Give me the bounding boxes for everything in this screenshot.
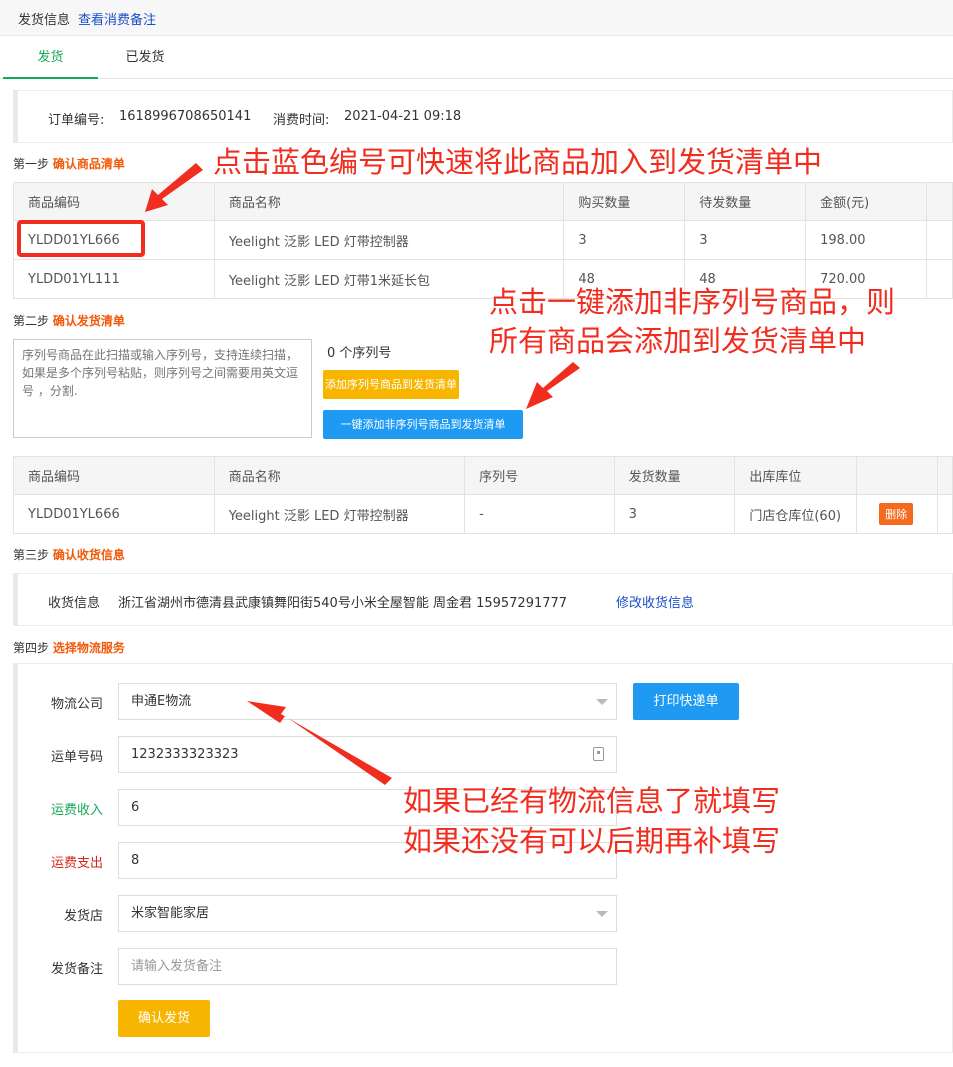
arrow-1 xyxy=(145,163,203,212)
arrow-3 xyxy=(247,701,392,785)
arrow-2 xyxy=(526,362,580,409)
annotation-arrows xyxy=(145,163,580,785)
